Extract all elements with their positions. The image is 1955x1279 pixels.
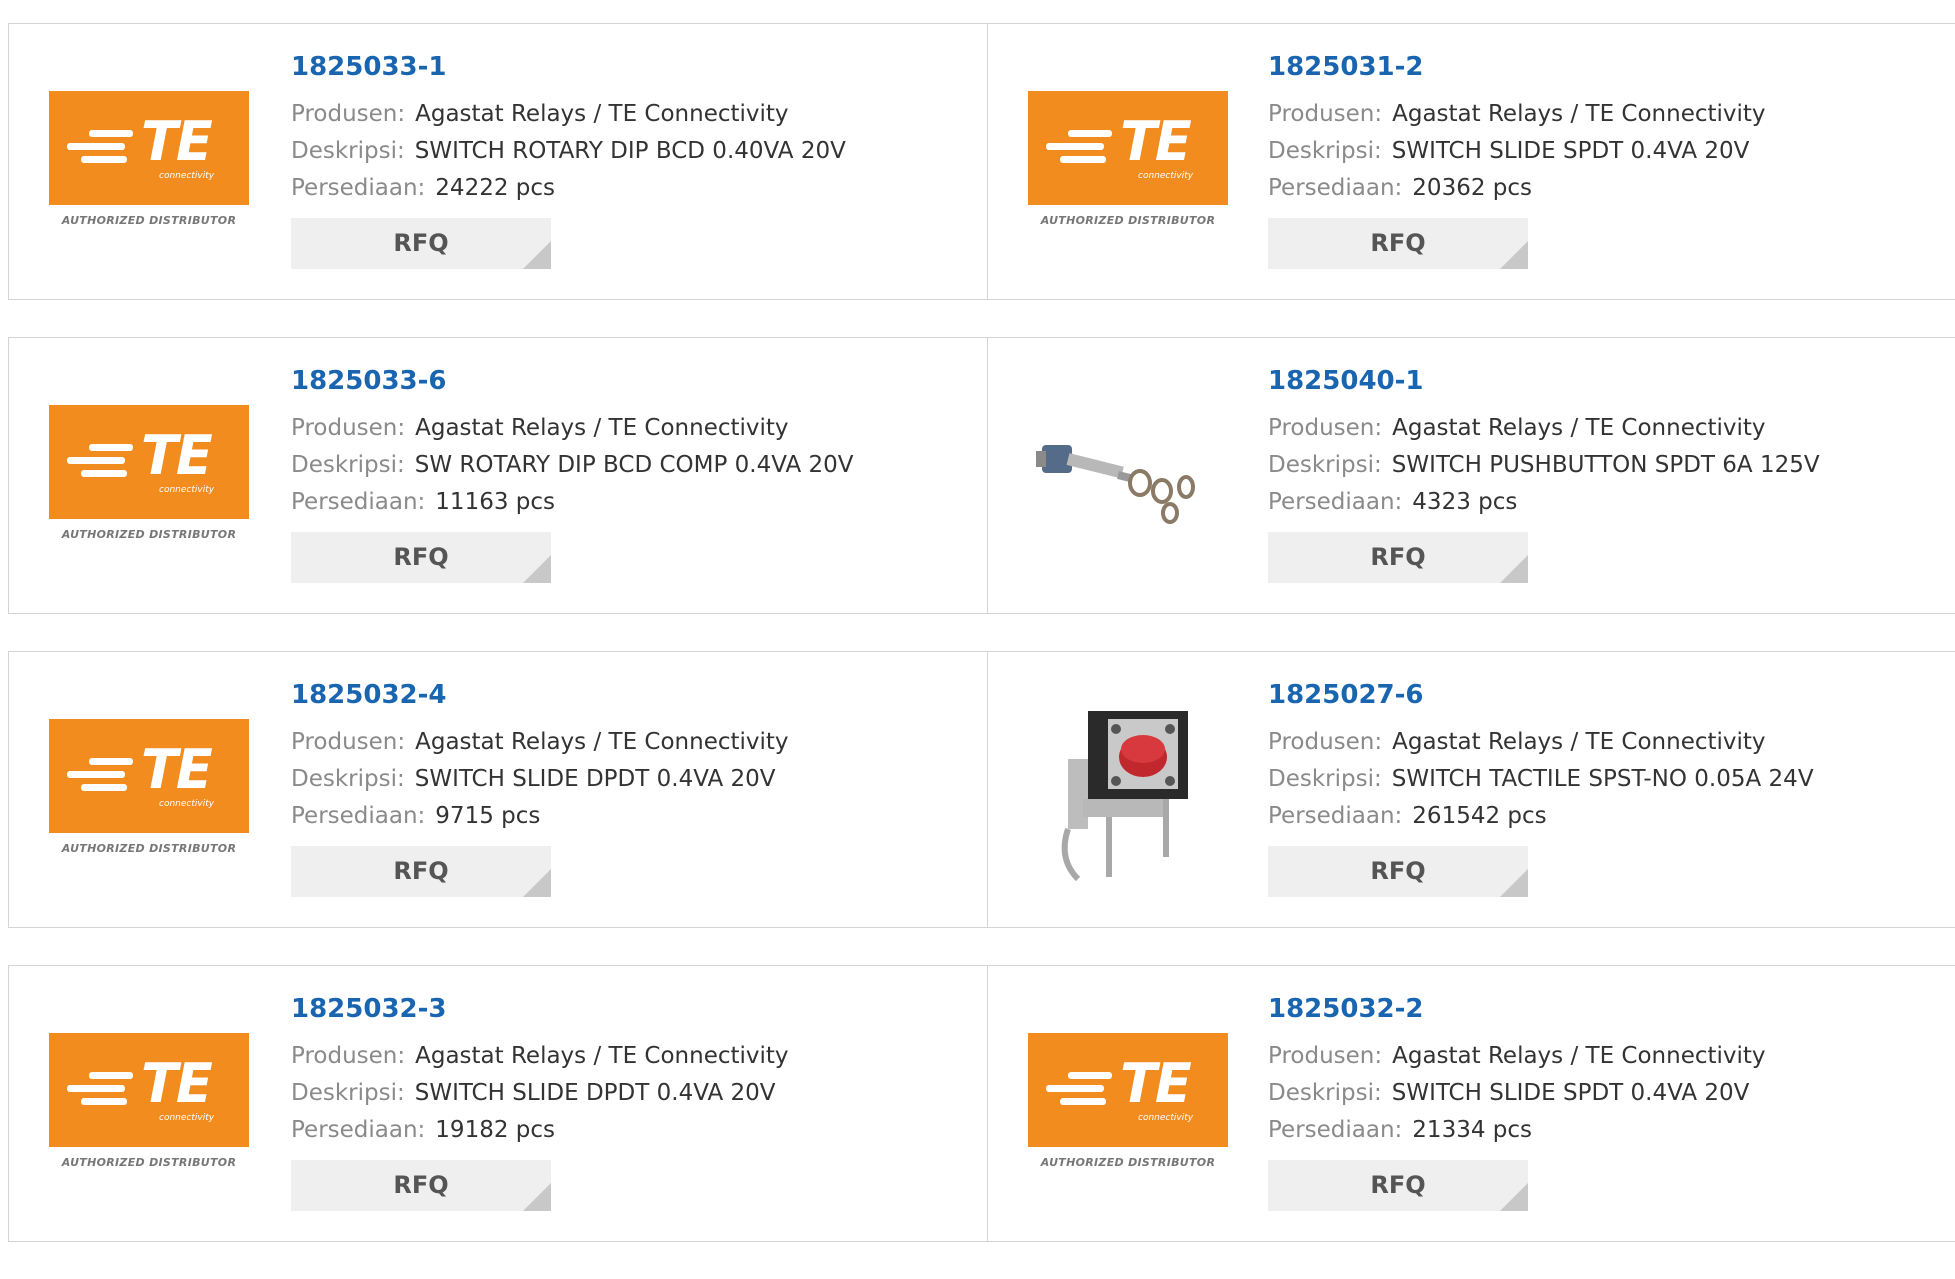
rfq-button[interactable]: RFQ: [1268, 218, 1528, 269]
product-row: TE connectivity AUTHORIZED DISTRIBUTOR 1…: [8, 965, 1955, 1242]
manufacturer-value: Agastat Relays / TE Connectivity: [415, 415, 789, 441]
description-value: SWITCH SLIDE DPDT 0.4VA 20V: [414, 766, 776, 792]
product-image[interactable]: TE connectivity AUTHORIZED DISTRIBUTOR: [49, 719, 249, 859]
pushbutton-switch-photo: [1028, 375, 1228, 575]
product-image[interactable]: TE connectivity AUTHORIZED DISTRIBUTOR: [1028, 1033, 1228, 1173]
stock-value: 20362 pcs: [1412, 175, 1533, 201]
tactile-switch-photo: [1028, 689, 1228, 889]
rfq-button[interactable]: RFQ: [1268, 1160, 1528, 1211]
rfq-button[interactable]: RFQ: [1268, 532, 1528, 583]
stock-label: Persediaan:: [1268, 175, 1403, 201]
part-number-link[interactable]: 1825027-6: [1268, 680, 1814, 710]
manufacturer-value: Agastat Relays / TE Connectivity: [1392, 415, 1766, 441]
description-value: SWITCH SLIDE DPDT 0.4VA 20V: [414, 1080, 776, 1106]
description-label: Deskripsi:: [1268, 1080, 1382, 1106]
product-row: TE connectivity AUTHORIZED DISTRIBUTOR 1…: [8, 651, 1955, 928]
description-label: Deskripsi:: [1268, 138, 1382, 164]
manufacturer-label: Produsen:: [1268, 415, 1383, 441]
stock-value: 19182 pcs: [435, 1117, 556, 1143]
description-value: SWITCH PUSHBUTTON SPDT 6A 125V: [1391, 452, 1820, 478]
stock-label: Persediaan:: [1268, 803, 1403, 829]
stock-value: 4323 pcs: [1412, 489, 1518, 515]
description-value: SWITCH TACTILE SPST-NO 0.05A 24V: [1391, 766, 1814, 792]
rfq-button[interactable]: RFQ: [1268, 846, 1528, 897]
te-connectivity-logo: TE connectivity AUTHORIZED DISTRIBUTOR: [49, 719, 249, 859]
manufacturer-value: Agastat Relays / TE Connectivity: [415, 101, 789, 127]
product-card: 1825040-1 Produsen: Agastat Relays / TE C…: [988, 338, 1955, 613]
rfq-button[interactable]: RFQ: [291, 846, 551, 897]
part-number-link[interactable]: 1825032-3: [291, 994, 789, 1024]
product-row: TE connectivity AUTHORIZED DISTRIBUTOR 1…: [8, 23, 1955, 300]
product-image[interactable]: TE connectivity AUTHORIZED DISTRIBUTOR: [49, 405, 249, 545]
part-number-link[interactable]: 1825033-1: [291, 52, 846, 82]
stock-value: 24222 pcs: [435, 175, 556, 201]
te-connectivity-logo: TE connectivity AUTHORIZED DISTRIBUTOR: [1028, 91, 1228, 231]
product-card: TE connectivity AUTHORIZED DISTRIBUTOR 1…: [9, 338, 988, 613]
description-label: Deskripsi:: [1268, 452, 1382, 478]
product-card: TE connectivity AUTHORIZED DISTRIBUTOR 1…: [988, 966, 1955, 1241]
te-connectivity-logo: TE connectivity AUTHORIZED DISTRIBUTOR: [49, 405, 249, 545]
manufacturer-value: Agastat Relays / TE Connectivity: [1392, 1043, 1766, 1069]
product-image[interactable]: TE connectivity AUTHORIZED DISTRIBUTOR: [49, 1033, 249, 1173]
product-row: TE connectivity AUTHORIZED DISTRIBUTOR 1…: [8, 337, 1955, 614]
description-label: Deskripsi:: [291, 1080, 405, 1106]
part-number-link[interactable]: 1825032-2: [1268, 994, 1766, 1024]
stock-label: Persediaan:: [1268, 489, 1403, 515]
manufacturer-label: Produsen:: [291, 729, 406, 755]
rfq-button[interactable]: RFQ: [291, 218, 551, 269]
te-connectivity-logo: TE connectivity AUTHORIZED DISTRIBUTOR: [49, 1033, 249, 1173]
description-value: SW ROTARY DIP BCD COMP 0.4VA 20V: [414, 452, 854, 478]
product-image[interactable]: TE connectivity AUTHORIZED DISTRIBUTOR: [49, 91, 249, 231]
stock-value: 11163 pcs: [435, 489, 556, 515]
stock-value: 21334 pcs: [1412, 1117, 1533, 1143]
product-card: TE connectivity AUTHORIZED DISTRIBUTOR 1…: [9, 24, 988, 299]
manufacturer-value: Agastat Relays / TE Connectivity: [1392, 101, 1766, 127]
product-card: 1825027-6 Produsen: Agastat Relays / TE C…: [988, 652, 1955, 927]
product-card: TE connectivity AUTHORIZED DISTRIBUTOR 1…: [9, 652, 988, 927]
te-connectivity-logo: TE connectivity AUTHORIZED DISTRIBUTOR: [49, 91, 249, 231]
description-value: SWITCH ROTARY DIP BCD 0.40VA 20V: [414, 138, 846, 164]
part-number-link[interactable]: 1825040-1: [1268, 366, 1820, 396]
description-label: Deskripsi:: [1268, 766, 1382, 792]
part-number-link[interactable]: 1825033-6: [291, 366, 854, 396]
product-card: TE connectivity AUTHORIZED DISTRIBUTOR 1…: [988, 24, 1955, 299]
stock-value: 261542 pcs: [1412, 803, 1547, 829]
manufacturer-label: Produsen:: [291, 1043, 406, 1069]
stock-label: Persediaan:: [291, 803, 426, 829]
manufacturer-label: Produsen:: [1268, 1043, 1383, 1069]
rfq-button[interactable]: RFQ: [291, 532, 551, 583]
rfq-button[interactable]: RFQ: [291, 1160, 551, 1211]
stock-label: Persediaan:: [291, 489, 426, 515]
product-image[interactable]: TE connectivity AUTHORIZED DISTRIBUTOR: [1028, 91, 1228, 231]
stock-label: Persediaan:: [291, 1117, 426, 1143]
manufacturer-label: Produsen:: [291, 101, 406, 127]
description-value: SWITCH SLIDE SPDT 0.4VA 20V: [1391, 138, 1750, 164]
te-connectivity-logo: TE connectivity AUTHORIZED DISTRIBUTOR: [1028, 1033, 1228, 1173]
product-grid: TE connectivity AUTHORIZED DISTRIBUTOR 1…: [8, 23, 1955, 1279]
product-card: TE connectivity AUTHORIZED DISTRIBUTOR 1…: [9, 966, 988, 1241]
description-label: Deskripsi:: [291, 766, 405, 792]
product-image[interactable]: [1028, 689, 1228, 889]
description-label: Deskripsi:: [291, 138, 405, 164]
manufacturer-value: Agastat Relays / TE Connectivity: [1392, 729, 1766, 755]
stock-value: 9715 pcs: [435, 803, 541, 829]
manufacturer-value: Agastat Relays / TE Connectivity: [415, 729, 789, 755]
product-image[interactable]: [1028, 375, 1228, 575]
manufacturer-label: Produsen:: [291, 415, 406, 441]
stock-label: Persediaan:: [1268, 1117, 1403, 1143]
part-number-link[interactable]: 1825031-2: [1268, 52, 1766, 82]
manufacturer-label: Produsen:: [1268, 729, 1383, 755]
manufacturer-label: Produsen:: [1268, 101, 1383, 127]
stock-label: Persediaan:: [291, 175, 426, 201]
description-value: SWITCH SLIDE SPDT 0.4VA 20V: [1391, 1080, 1750, 1106]
manufacturer-value: Agastat Relays / TE Connectivity: [415, 1043, 789, 1069]
part-number-link[interactable]: 1825032-4: [291, 680, 789, 710]
description-label: Deskripsi:: [291, 452, 405, 478]
